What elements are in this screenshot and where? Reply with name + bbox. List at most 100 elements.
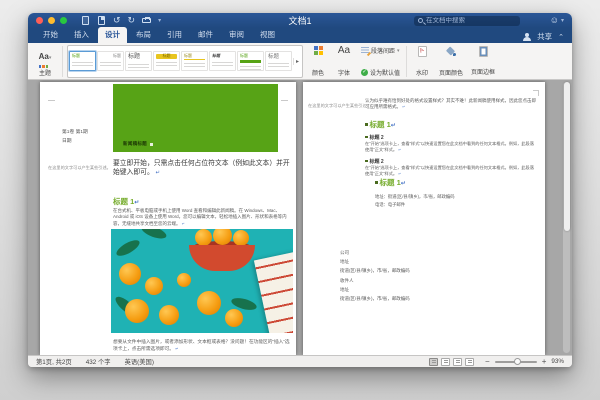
body-paragraph: 在“开始”选项卡上，查看“样式”以快速设置您在此文档中看到的任何文本格式。例如，…: [365, 141, 538, 154]
sidebar-quote: 在这里的文字可以产生某些引述。: [48, 165, 112, 171]
watermark-icon: [418, 46, 427, 57]
page-borders-button[interactable]: 页面边框: [469, 45, 497, 78]
minimize-button[interactable]: [48, 17, 55, 24]
toolbar-dropdown-caret-icon[interactable]: ▾: [158, 18, 161, 24]
style-set-item-selected[interactable]: 标题: [69, 51, 96, 71]
green-check-icon: ✓: [361, 69, 368, 76]
tab-mailings[interactable]: 邮件: [191, 27, 220, 43]
style-set-item[interactable]: 标题: [181, 51, 208, 71]
outline-view-icon[interactable]: [453, 358, 462, 366]
tab-view[interactable]: 视图: [253, 27, 282, 43]
redo-icon[interactable]: ↻: [128, 16, 136, 25]
word-count[interactable]: 432 个字: [86, 357, 111, 366]
heading-1: 标题 1↵: [365, 119, 396, 130]
heading-2: 标题 2: [365, 134, 384, 141]
bullet-icon: [375, 181, 378, 184]
vertical-scrollbar[interactable]: [563, 82, 570, 354]
undo-icon[interactable]: ↺: [113, 16, 121, 25]
style-set-gallery: 标题 标题 标题 标题 标题 标题 标题 标题 ▸: [67, 45, 303, 78]
style-set-item[interactable]: 标题: [237, 51, 264, 71]
share-person-icon: [523, 33, 531, 41]
scrollbar-thumb[interactable]: [564, 82, 570, 231]
style-set-item[interactable]: 标题: [209, 51, 236, 71]
colors-button[interactable]: 颜色: [307, 45, 329, 78]
fonts-button[interactable]: Aa 字体: [333, 45, 355, 78]
bullet-icon: [365, 123, 368, 126]
style-set-item[interactable]: 标题: [125, 51, 152, 71]
themes-button[interactable]: Aa▾ 主题: [32, 45, 58, 78]
apricots-photo[interactable]: [111, 229, 293, 333]
word-window: ↺ ↻ ▾ 文档1 ☺▾ 开始 插入 设计 布局 引用 邮件 审阅 视图 共享 …: [28, 13, 572, 367]
collapse-ribbon-chevron-icon[interactable]: ⌃: [558, 33, 564, 41]
page-2[interactable]: 在这里的文字可以产生某些引述。 认为似乎难有恰到好处的格式设置样式？其实不难！此…: [303, 82, 545, 356]
zoom-level[interactable]: 93%: [551, 358, 564, 365]
page-1[interactable]: 新闻稿标题 第1卷 第1期 日期 在这里的文字可以产生某些引述。 要立即开始，只…: [40, 82, 296, 356]
page-color-button[interactable]: 页面颜色: [437, 45, 465, 78]
gallery-more-button[interactable]: ▸: [293, 58, 301, 65]
address-block-line: 街道(区/县/镇乡)，市/省，邮政编码: [340, 268, 410, 274]
save-icon[interactable]: [97, 16, 106, 25]
tab-home[interactable]: 开始: [36, 27, 65, 43]
address-block-line: 街道(区/县/镇乡)，市/省，邮政编码: [340, 296, 410, 302]
search-box[interactable]: [414, 16, 520, 26]
paragraph-spacing-button[interactable]: 段落间距 ▾: [361, 46, 400, 55]
document-canvas[interactable]: 新闻稿标题 第1卷 第1期 日期 在这里的文字可以产生某些引述。 要立即开始，只…: [28, 80, 572, 356]
date-line: 日期: [62, 137, 72, 144]
address-block-line: 地址: [340, 259, 349, 265]
address-line: 地址：街道(区/县/镇乡)，市/省，邮政编码: [375, 194, 455, 200]
masthead-title: 新闻稿标题: [123, 141, 147, 147]
style-set-item[interactable]: 标题: [97, 51, 124, 71]
page-indicator[interactable]: 第1页, 共2页: [36, 357, 72, 366]
bullet-icon: [365, 160, 368, 163]
share-button[interactable]: 共享: [537, 31, 552, 42]
title-bar: ↺ ↻ ▾ 文档1 ☺▾: [28, 13, 572, 28]
status-bar: 第1页, 共2页 432 个字 英语(美国) − + 93%: [28, 355, 572, 367]
ribbon: Aa▾ 主题 标题 标题 标题 标题 标题: [28, 43, 572, 80]
fullscreen-button[interactable]: [60, 17, 67, 24]
phone-email-line: 电话：电子邮件: [375, 202, 405, 208]
address-block-line: 公司: [340, 250, 349, 256]
set-default-button[interactable]: ✓ 设为默认值: [361, 68, 400, 77]
watermark-button[interactable]: 水印: [411, 45, 433, 78]
zoom-slider-knob[interactable]: [514, 358, 521, 365]
page-color-bucket-icon: [446, 46, 456, 56]
tab-references[interactable]: 引用: [160, 27, 189, 43]
paragraph-spacing-icon: [361, 47, 369, 54]
themes-icon: Aa: [39, 52, 49, 61]
traffic-lights: [36, 17, 67, 24]
paragraph-mark: [150, 143, 153, 146]
volume-issue-line: 第1卷 第1期: [62, 128, 88, 135]
style-set-item[interactable]: 标题: [153, 51, 180, 71]
zoom-slider[interactable]: [495, 361, 537, 363]
print-icon[interactable]: [142, 16, 151, 25]
tab-insert[interactable]: 插入: [67, 27, 96, 43]
style-set-item[interactable]: 标题: [265, 51, 292, 71]
return-mark: ↵: [156, 170, 161, 176]
intro-paragraph: 认为似乎难有恰到好处的格式设置样式？其实不难！此新闻稿使用样式，因此您点击即可应…: [365, 98, 538, 112]
new-document-icon[interactable]: [81, 16, 90, 25]
newsletter-masthead-block[interactable]: 新闻稿标题: [113, 84, 278, 152]
zoom-in-button[interactable]: +: [542, 358, 547, 366]
heading-1: 标题 1↵: [113, 196, 139, 207]
tab-review[interactable]: 审阅: [222, 27, 251, 43]
caption-paragraph: 想要从文件中插入图片，或者添加形状、文本框或表格？没问题！在功能区的“插入”选项…: [113, 338, 291, 353]
fonts-icon: Aa: [338, 46, 350, 56]
tab-layout[interactable]: 布局: [129, 27, 158, 43]
tab-design[interactable]: 设计: [98, 27, 127, 43]
sidebar-quote: 在这里的文字可以产生某些引述。: [308, 103, 365, 109]
themes-label: 主题: [39, 68, 51, 77]
web-layout-view-icon[interactable]: [441, 358, 450, 366]
body-paragraph: 在台式机、平板电脑或手机上使用 Word 查看和编辑此新闻稿。在 Windows…: [113, 208, 294, 229]
close-button[interactable]: [36, 17, 43, 24]
address-block-line: 地址: [340, 287, 349, 293]
colors-icon: [314, 46, 323, 55]
draft-view-icon[interactable]: [465, 358, 474, 366]
ribbon-tab-bar: 开始 插入 设计 布局 引用 邮件 审阅 视图 共享 ⌃: [28, 28, 572, 43]
zoom-out-button[interactable]: −: [485, 358, 490, 366]
feedback-smiley-icon[interactable]: ☺▾: [550, 15, 564, 25]
bullet-icon: [365, 136, 368, 139]
print-layout-view-icon[interactable]: [429, 358, 438, 366]
search-input[interactable]: [426, 17, 516, 24]
language-indicator[interactable]: 英语(美国): [125, 357, 154, 366]
intro-paragraph: 要立即开始，只需点击任何占位符文本（例如此文本）并开始键入即可。 ↵: [113, 159, 293, 178]
